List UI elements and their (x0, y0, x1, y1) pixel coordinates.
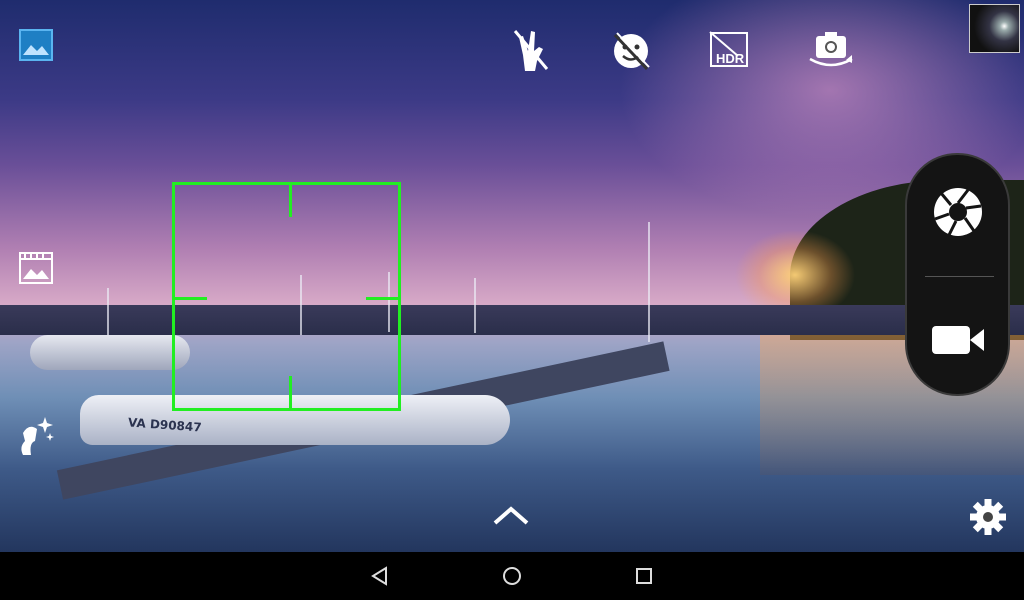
panorama-mode-icon[interactable] (18, 250, 54, 286)
boat-mast (474, 278, 476, 333)
capture-panel (905, 153, 1010, 396)
hdr-label: HDR (716, 51, 745, 66)
gear-icon[interactable] (968, 497, 1008, 537)
horizon-shore (0, 305, 1024, 335)
shutter-aperture-icon[interactable] (931, 185, 985, 239)
back-triangle-icon[interactable] (368, 564, 392, 588)
gallery-icon[interactable] (18, 28, 54, 62)
last-photo-thumbnail[interactable] (969, 4, 1020, 53)
focus-tick-top (289, 185, 292, 217)
hdr-off-icon[interactable]: HDR (708, 30, 752, 72)
system-navigation-bar (0, 552, 1024, 600)
background-boat (30, 335, 190, 370)
panel-divider (925, 276, 994, 277)
camera-viewfinder[interactable]: VA D90847 (0, 0, 1024, 552)
face-beauty-off-icon[interactable] (610, 30, 652, 72)
recents-square-icon[interactable] (632, 564, 656, 588)
focus-frame (172, 182, 401, 411)
focus-tick-left (175, 297, 207, 300)
video-record-icon[interactable] (929, 321, 987, 359)
focus-tick-bottom (289, 376, 292, 408)
beauty-magic-icon[interactable] (14, 414, 56, 458)
switch-camera-icon[interactable] (806, 28, 856, 72)
gesture-shot-off-icon[interactable] (510, 26, 552, 74)
chevron-up-icon[interactable] (490, 500, 532, 530)
boat-mast (107, 288, 109, 338)
focus-tick-right (366, 297, 398, 300)
boat-mast (648, 222, 650, 342)
home-circle-icon[interactable] (500, 564, 524, 588)
